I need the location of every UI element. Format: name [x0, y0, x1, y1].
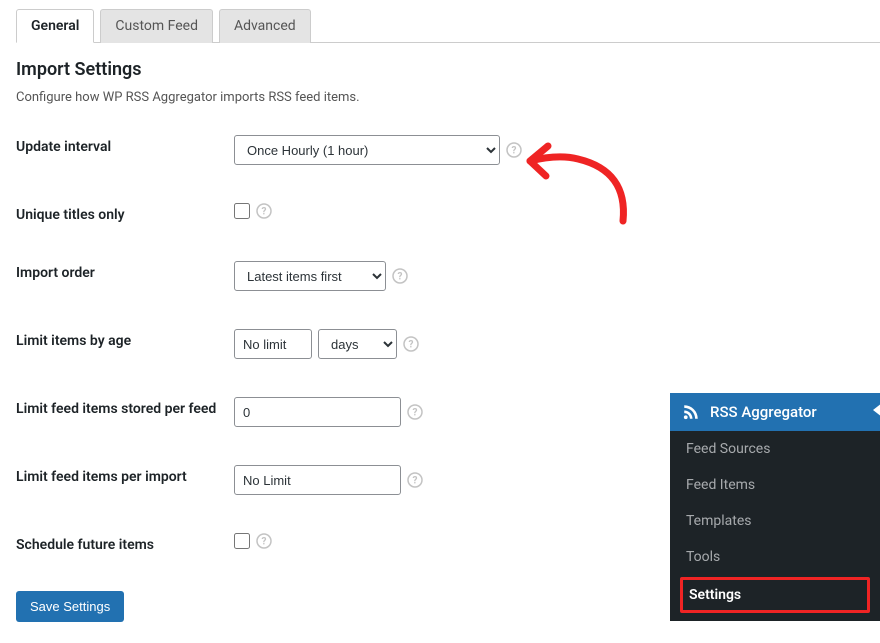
page-description: Configure how WP RSS Aggregator imports …: [16, 90, 864, 105]
help-icon[interactable]: ?: [392, 268, 408, 284]
field-limit-by-age: Limit items by age days ?: [16, 329, 864, 359]
tab-advanced[interactable]: Advanced: [219, 9, 311, 43]
field-update-interval: Update interval Once Hourly (1 hour) ?: [16, 135, 864, 165]
label-limit-by-age: Limit items by age: [16, 329, 234, 349]
select-limit-age-unit[interactable]: days: [318, 329, 397, 359]
input-limit-age-value[interactable]: [234, 329, 312, 359]
checkbox-schedule-future[interactable]: [234, 533, 250, 549]
svg-text:?: ?: [512, 146, 517, 157]
sidebar-item-settings[interactable]: Settings: [680, 577, 870, 613]
label-unique-titles: Unique titles only: [16, 203, 234, 223]
sidebar-item-templates[interactable]: Templates: [670, 503, 880, 539]
svg-text:?: ?: [262, 537, 267, 548]
label-import-order: Import order: [16, 261, 234, 281]
svg-text:?: ?: [262, 207, 267, 218]
svg-text:?: ?: [413, 476, 418, 487]
settings-tabs: General Custom Feed Advanced: [16, 8, 880, 43]
select-update-interval[interactable]: Once Hourly (1 hour): [234, 135, 500, 165]
help-icon[interactable]: ?: [506, 142, 522, 158]
sidebar-item-feed-sources[interactable]: Feed Sources: [670, 431, 880, 467]
svg-text:?: ?: [413, 408, 418, 419]
checkbox-unique-titles[interactable]: [234, 203, 250, 219]
label-limit-stored: Limit feed items stored per feed: [16, 397, 234, 417]
help-icon[interactable]: ?: [403, 336, 419, 352]
caret-left-icon: [873, 403, 880, 421]
sidebar-panel: RSS Aggregator Feed Sources Feed Items T…: [670, 393, 880, 621]
save-button[interactable]: Save Settings: [16, 591, 124, 622]
label-schedule-future: Schedule future items: [16, 533, 234, 553]
label-limit-per-import: Limit feed items per import: [16, 465, 234, 485]
svg-text:?: ?: [398, 272, 403, 283]
sidebar-header[interactable]: RSS Aggregator: [670, 393, 880, 431]
help-icon[interactable]: ?: [256, 203, 272, 219]
page-title: Import Settings: [16, 59, 864, 80]
rss-icon: [682, 403, 700, 421]
input-limit-stored[interactable]: [234, 397, 401, 427]
field-unique-titles: Unique titles only ?: [16, 203, 864, 223]
tab-general[interactable]: General: [16, 9, 94, 43]
field-import-order: Import order Latest items first ?: [16, 261, 864, 291]
sidebar-item-tools[interactable]: Tools: [670, 539, 880, 575]
sidebar-item-feed-items[interactable]: Feed Items: [670, 467, 880, 503]
help-icon[interactable]: ?: [407, 472, 423, 488]
tab-custom-feed[interactable]: Custom Feed: [100, 9, 213, 43]
sidebar-title: RSS Aggregator: [710, 403, 817, 421]
help-icon[interactable]: ?: [256, 533, 272, 549]
svg-text:?: ?: [409, 340, 414, 351]
label-update-interval: Update interval: [16, 135, 234, 155]
help-icon[interactable]: ?: [407, 404, 423, 420]
select-import-order[interactable]: Latest items first: [234, 261, 386, 291]
input-limit-per-import[interactable]: [234, 465, 401, 495]
